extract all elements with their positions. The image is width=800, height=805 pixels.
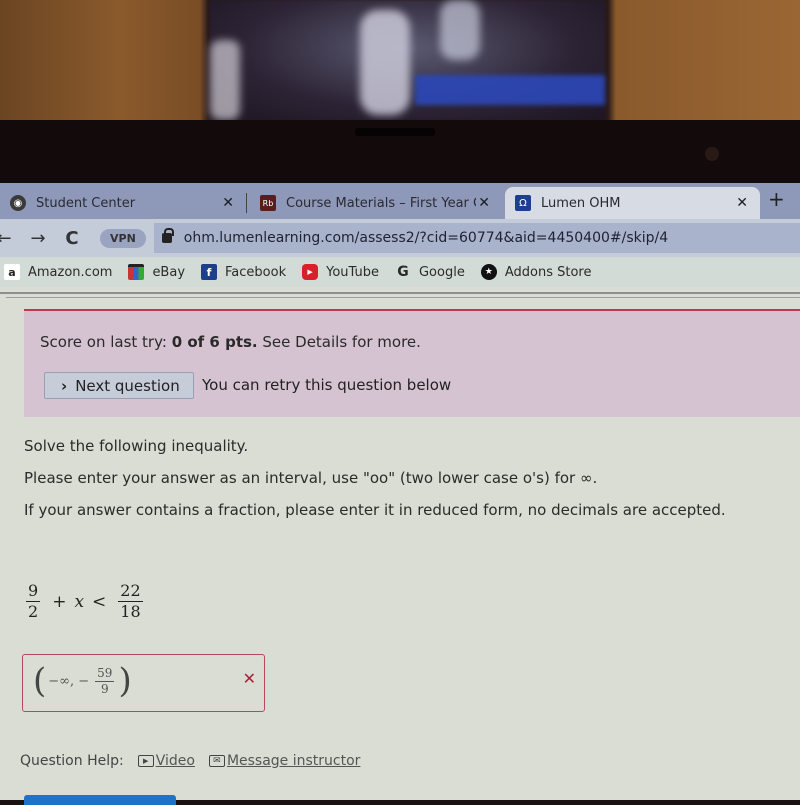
- close-icon[interactable]: ✕: [222, 195, 234, 211]
- forward-icon[interactable]: →: [28, 228, 48, 249]
- url-text: ohm.lumenlearning.com/assess2/?cid=60774…: [183, 230, 669, 246]
- new-tab-button[interactable]: +: [768, 187, 785, 211]
- tab-lumen-ohm[interactable]: Ω Lumen OHM ✕: [505, 187, 760, 219]
- denominator: 9: [100, 681, 109, 696]
- tv-banner: [415, 75, 605, 105]
- tab-label: Student Center: [36, 195, 136, 211]
- lock-icon[interactable]: [161, 228, 174, 243]
- inequality-equation: 9 2 + x < 22 18: [22, 581, 147, 622]
- browser-window: ◉ Student Center ✕ Rb Course Materials –…: [0, 183, 800, 805]
- mail-icon[interactable]: ✉: [208, 755, 225, 767]
- tab-label: Course Materials – First Year Colle: [286, 195, 476, 211]
- bookmarks-bar: a Amazon.com eBay f Facebook ▶ YouTube G…: [0, 257, 800, 287]
- bookmark-label: eBay: [152, 264, 186, 280]
- ebay-icon: [128, 264, 145, 280]
- tab-label: Lumen OHM: [541, 195, 621, 211]
- incorrect-icon: ✕: [242, 669, 256, 688]
- question-instruction: Solve the following inequality.: [24, 437, 249, 455]
- youtube-icon: ▶: [302, 264, 319, 280]
- bookmark-addons-store[interactable]: ★ Addons Store: [480, 264, 592, 280]
- bezel-notch: [355, 128, 435, 136]
- chevron-right-icon: ›: [61, 376, 68, 395]
- answer-fraction: 59 9: [95, 665, 115, 697]
- background-tv: [210, 0, 605, 120]
- submit-button[interactable]: [24, 795, 176, 805]
- next-question-button[interactable]: › Next question: [44, 372, 194, 399]
- webcam: [705, 147, 719, 161]
- numerator: 9: [26, 581, 41, 602]
- tab-course-materials[interactable]: Rb Course Materials – First Year Colle ✕: [250, 187, 502, 219]
- laptop-bezel: [0, 120, 800, 185]
- bookmark-facebook[interactable]: f Facebook: [201, 264, 286, 280]
- denominator: 18: [120, 602, 141, 621]
- help-label: Question Help:: [20, 753, 124, 769]
- bookmark-amazon[interactable]: a Amazon.com: [4, 264, 112, 280]
- fraction-lhs: 9 2: [26, 581, 41, 622]
- tab-divider: [246, 193, 247, 213]
- bookmark-label: Facebook: [225, 264, 287, 280]
- plus-sign: +: [52, 591, 67, 612]
- bookmark-youtube[interactable]: ▶ YouTube: [302, 264, 379, 280]
- url-input[interactable]: ohm.lumenlearning.com/assess2/?cid=60774…: [153, 223, 800, 253]
- close-icon[interactable]: ✕: [736, 195, 748, 211]
- rb-icon: Rb: [260, 195, 276, 211]
- score-panel: Score on last try: 0 of 6 pts. See Detai…: [24, 309, 800, 417]
- tab-student-center[interactable]: ◉ Student Center ✕: [0, 187, 246, 219]
- addons-icon: ★: [480, 264, 497, 280]
- tv-figure: [360, 10, 410, 115]
- globe-icon: ◉: [10, 195, 26, 211]
- reload-icon[interactable]: C: [62, 228, 82, 249]
- bookmark-ebay[interactable]: eBay: [128, 264, 185, 280]
- divider: [0, 292, 800, 294]
- tv-figure: [210, 40, 240, 120]
- score-prefix: Score on last try:: [40, 333, 172, 351]
- fraction-rhs: 22 18: [118, 581, 143, 622]
- answer-input[interactable]: ( −∞, − 59 9 ) ✕: [22, 654, 265, 712]
- next-question-label: Next question: [75, 376, 180, 395]
- numerator: 59: [95, 665, 115, 682]
- back-icon[interactable]: ←: [0, 228, 14, 249]
- video-link[interactable]: Video: [156, 753, 195, 769]
- amazon-icon: a: [4, 264, 20, 280]
- score-suffix: See Details for more.: [257, 333, 421, 351]
- bookmark-google[interactable]: G Google: [395, 264, 465, 280]
- score-text: Score on last try: 0 of 6 pts. See Detai…: [40, 333, 421, 351]
- question-help: Question Help: ▶ Video ✉ Message instruc…: [20, 753, 360, 769]
- address-bar: ← → C VPN ohm.lumenlearning.com/assess2/…: [0, 219, 800, 257]
- tv-figure: [440, 0, 480, 60]
- facebook-icon: f: [201, 264, 218, 280]
- close-icon[interactable]: ✕: [478, 195, 490, 211]
- omega-icon: Ω: [515, 195, 531, 211]
- variable: x: [74, 591, 85, 612]
- score-value: 0 of 6 pts.: [171, 333, 258, 351]
- question-format-note: Please enter your answer as an interval,…: [24, 469, 598, 487]
- video-icon[interactable]: ▶: [137, 755, 154, 767]
- bookmark-label: Amazon.com: [28, 264, 113, 280]
- answer-left-bound: −∞, −: [48, 673, 90, 689]
- numerator: 22: [118, 581, 143, 602]
- question-fraction-note: If your answer contains a fraction, plea…: [24, 501, 726, 519]
- bookmark-label: Google: [418, 264, 465, 280]
- tab-bar: ◉ Student Center ✕ Rb Course Materials –…: [0, 183, 800, 219]
- less-than-sign: <: [92, 591, 107, 612]
- denominator: 2: [28, 602, 39, 621]
- bookmark-label: Addons Store: [504, 264, 592, 280]
- google-icon: G: [397, 264, 409, 280]
- bookmark-label: YouTube: [326, 264, 379, 280]
- open-paren: (: [33, 661, 47, 701]
- divider: [6, 297, 800, 298]
- close-paren: ): [118, 661, 132, 701]
- message-instructor-link[interactable]: Message instructor: [227, 753, 361, 769]
- answer-value: ( −∞, − 59 9 ): [33, 661, 132, 701]
- retry-message: You can retry this question below: [202, 376, 452, 394]
- vpn-badge[interactable]: VPN: [100, 228, 146, 248]
